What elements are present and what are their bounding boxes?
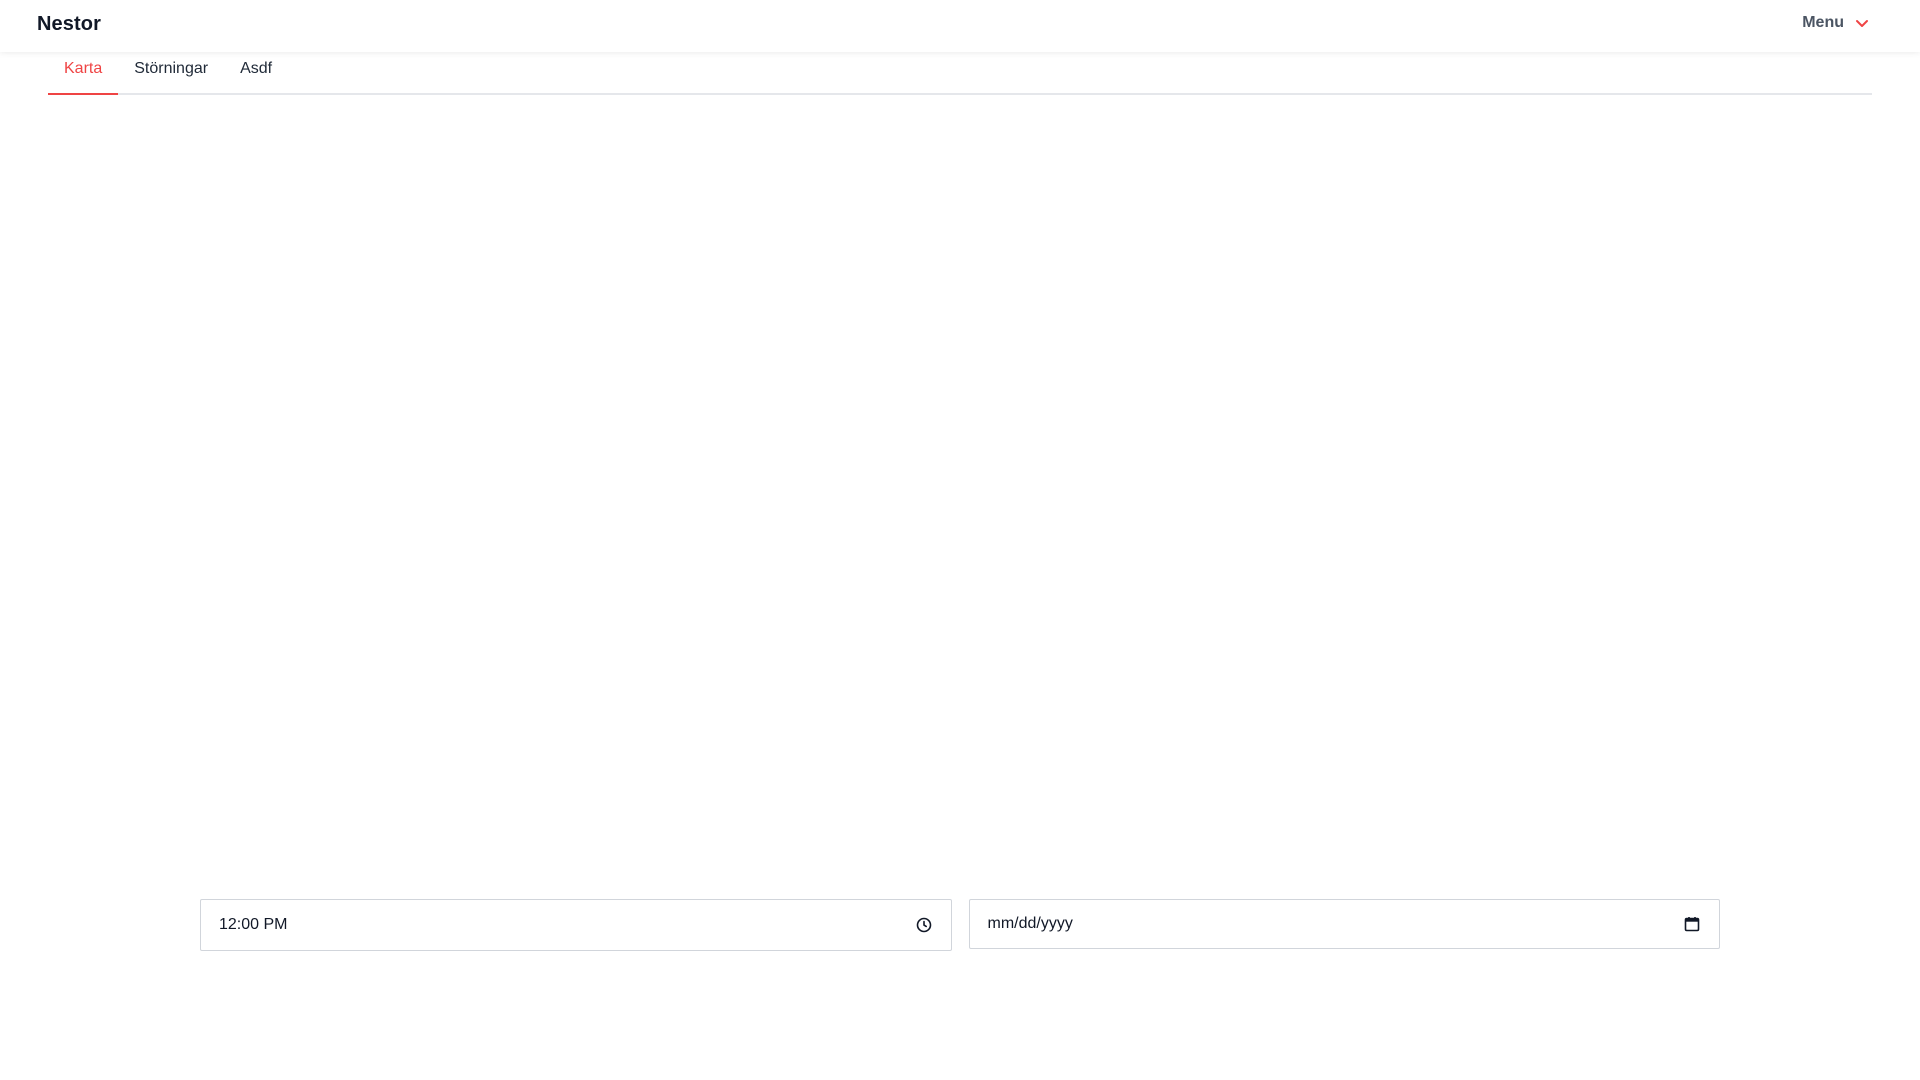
menu-label: Menu <box>1802 14 1844 31</box>
chevron-down-icon <box>1854 15 1870 31</box>
calendar-icon[interactable] <box>1683 915 1701 933</box>
time-date-controls: 12:00 PM mm/dd/yyyy <box>200 899 1720 951</box>
time-value: 12:00 PM <box>219 916 288 933</box>
menu-button[interactable]: Menu <box>1802 14 1870 32</box>
tab-karta[interactable]: Karta <box>48 52 119 95</box>
clock-icon[interactable] <box>915 916 933 934</box>
time-input[interactable]: 12:00 PM <box>200 899 952 951</box>
tab-bar: Karta Störningar Asdf <box>48 52 1872 95</box>
date-placeholder: mm/dd/yyyy <box>987 915 1073 932</box>
brand-logo[interactable]: Nestor <box>37 13 101 36</box>
tab-asdf[interactable]: Asdf <box>224 52 288 93</box>
date-input[interactable]: mm/dd/yyyy <box>968 899 1720 949</box>
app-header: Nestor Menu <box>0 0 1920 52</box>
tab-storningar[interactable]: Störningar <box>118 52 224 93</box>
